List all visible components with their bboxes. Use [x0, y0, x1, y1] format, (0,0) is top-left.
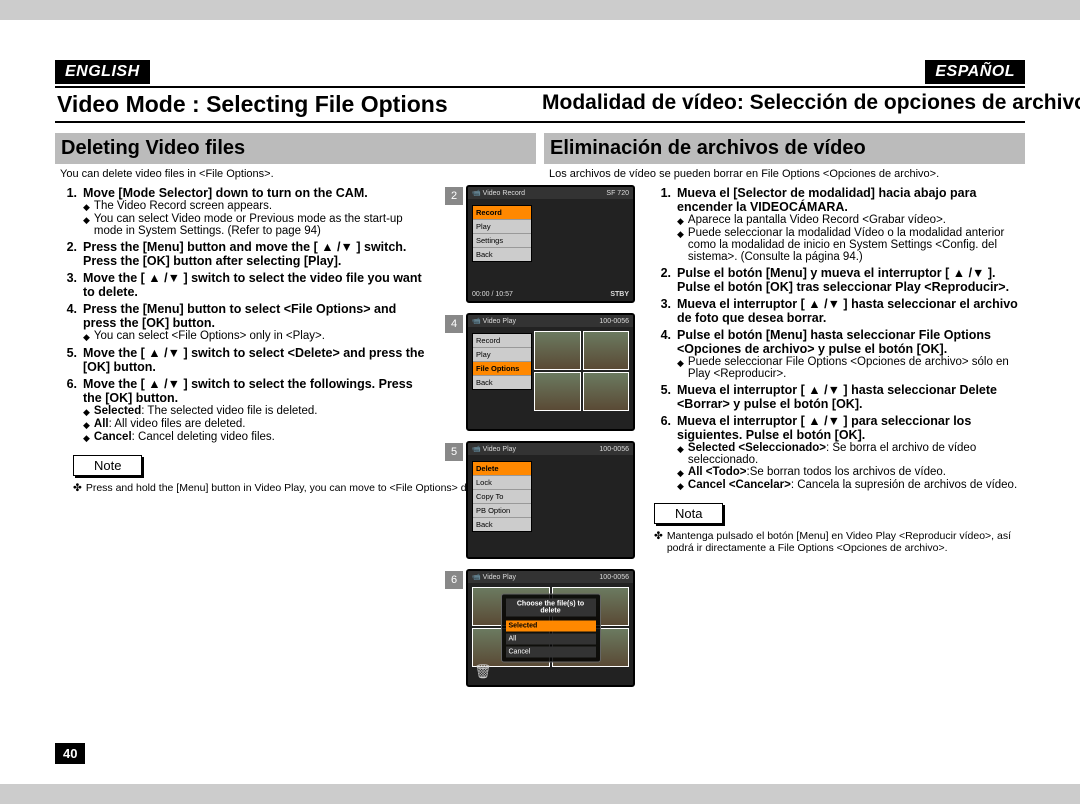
- note-label-es: Nota: [654, 503, 723, 524]
- title-en: Video Mode : Selecting File Options: [55, 88, 540, 121]
- es-step6-b1: Selected <Seleccionado>: Se borra el arc…: [677, 442, 1025, 466]
- en-step6-b1: Selected: The selected video file is del…: [83, 405, 431, 418]
- es-step1: Mueva el [Selector de modalidad] hacia a…: [677, 186, 1025, 214]
- en-step2b: Press the [OK] button after selecting [P…: [83, 254, 431, 268]
- en-step1-b2: You can select Video mode or Previous mo…: [83, 213, 431, 237]
- es-step3: Mueva el interruptor [ ▲ /▼ ] hasta sele…: [677, 297, 1025, 325]
- subheading-es: Eliminación de archivos de vídeo: [544, 133, 1025, 164]
- en-step3: Move the [ ▲ /▼ ] switch to select the v…: [83, 271, 431, 299]
- en-step4-b1: You can select <File Options> only in <P…: [83, 330, 431, 343]
- screen-num-6: 6: [445, 571, 463, 589]
- intro-es: Los archivos de vídeo se pueden borrar e…: [549, 168, 1025, 180]
- es-step6-b3: Cancel <Cancelar>: Cancela la supresión …: [677, 479, 1025, 492]
- subheading-en: Deleting Video files: [55, 133, 536, 164]
- note-label-en: Note: [73, 455, 142, 476]
- es-step6-b2: All <Todo>:Se borran todos los archivos …: [677, 466, 1025, 479]
- screen-4: 📹 Video Play100-0056 Record Play File Op…: [466, 313, 635, 431]
- screen-num-2: 2: [445, 187, 463, 205]
- es-step4: Pulse el botón [Menu] hasta seleccionar …: [677, 328, 1025, 356]
- lang-english: ENGLISH: [55, 60, 150, 84]
- es-step6: Mueva el interruptor [ ▲ /▼ ] para selec…: [677, 414, 1025, 442]
- en-step1: Move [Mode Selector] down to turn on the…: [83, 186, 431, 200]
- en-step5: Move the [ ▲ /▼ ] switch to select <Dele…: [83, 346, 431, 374]
- screen-num-4: 4: [445, 315, 463, 333]
- es-step2: Pulse el botón [Menu] y mueva el interru…: [677, 266, 1025, 294]
- title-es: Modalidad de vídeo: Selección de opcione…: [540, 88, 1025, 121]
- page-number: 40: [55, 743, 85, 764]
- device-screens: 2 📹 Video RecordSF 720 Record Play Setti…: [445, 185, 635, 687]
- lang-spanish: ESPAÑOL: [925, 60, 1025, 84]
- screen-num-5: 5: [445, 443, 463, 461]
- screen-2: 📹 Video RecordSF 720 Record Play Setting…: [466, 185, 635, 303]
- screen-5: 📹 Video Play100-0056 Delete Lock Copy To…: [466, 441, 635, 559]
- es-step1-b1: Aparece la pantalla Video Record <Grabar…: [677, 214, 1025, 227]
- en-step6-b3: Cancel: Cancel deleting video files.: [83, 431, 431, 444]
- en-step2a: Press the [Menu] button and move the [ ▲…: [83, 240, 431, 254]
- screen-6: 📹 Video Play100-0056 Choose the file(s) …: [466, 569, 635, 687]
- es-step1-b2: Puede seleccionar la modalidad Vídeo o l…: [677, 227, 1025, 263]
- en-step4: Press the [Menu] button to select <File …: [83, 302, 431, 330]
- en-step1-b1: The Video Record screen appears.: [83, 200, 431, 213]
- es-step5: Mueva el interruptor [ ▲ /▼ ] hasta sele…: [677, 383, 1025, 411]
- intro-en: You can delete video files in <File Opti…: [60, 168, 536, 180]
- note-text-es: Mantenga pulsado el botón [Menu] en Vide…: [654, 530, 1025, 554]
- trash-icon: 🗑: [474, 663, 488, 679]
- es-step4-b1: Puede seleccionar File Options <Opciones…: [677, 356, 1025, 380]
- en-step6: Move the [ ▲ /▼ ] switch to select the f…: [83, 377, 431, 405]
- en-step6-b2: All: All video files are deleted.: [83, 418, 431, 431]
